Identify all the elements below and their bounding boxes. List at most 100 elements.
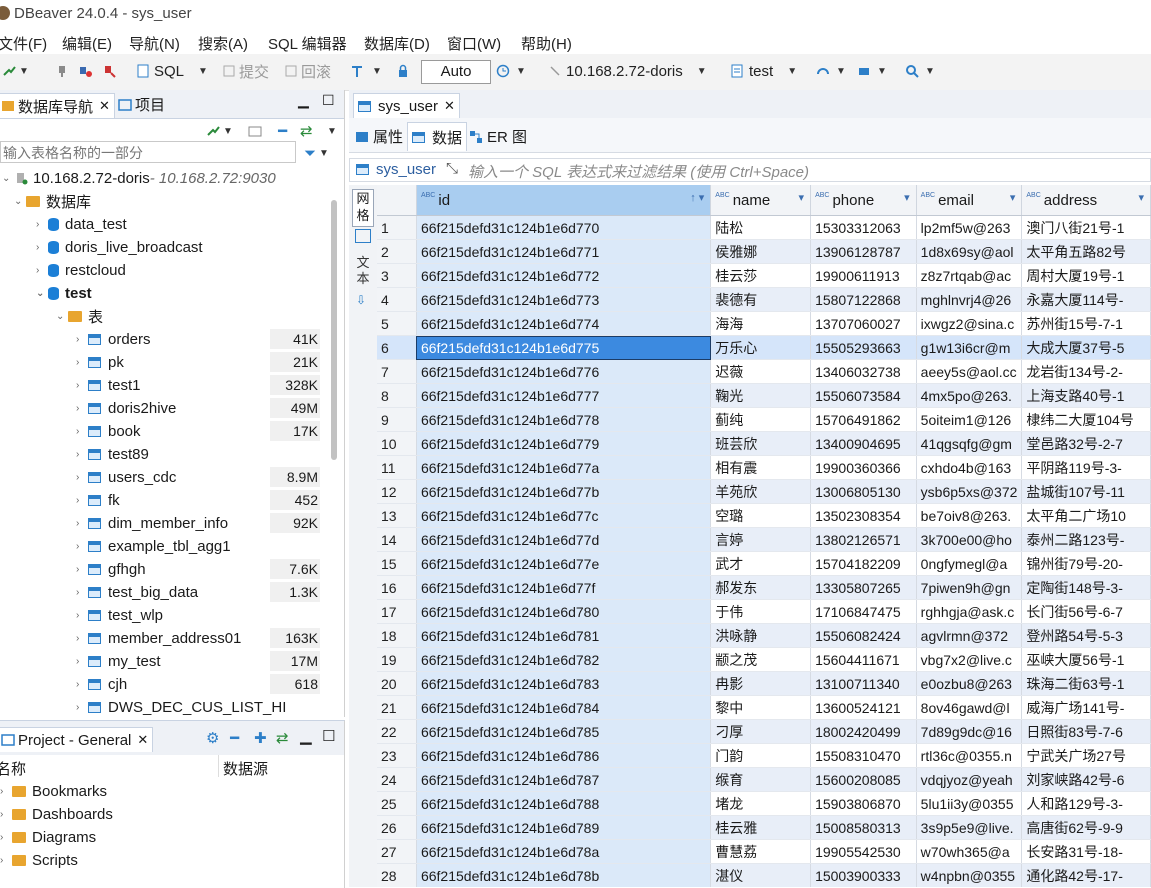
project-item-scripts[interactable]: › Scripts <box>0 849 78 871</box>
maximize-icon[interactable]: ☐ <box>322 725 335 747</box>
address-cell[interactable]: 高唐街62号-9-9 <box>1021 815 1151 840</box>
row-number-cell[interactable]: 15 <box>377 551 417 576</box>
email-cell[interactable]: g1w13i6cr@m <box>916 335 1023 360</box>
id-cell[interactable]: 66f215defd31c124b1e6d780 <box>416 599 712 624</box>
phone-cell[interactable]: 15008580313 <box>810 815 917 840</box>
address-cell[interactable]: 刘家峡路42号-6 <box>1021 767 1151 792</box>
address-cell[interactable]: 永嘉大厦114号- <box>1021 287 1151 312</box>
row-number-cell[interactable]: 17 <box>377 599 417 624</box>
address-cell[interactable]: 大成大厦37号-5 <box>1021 335 1151 360</box>
address-cell[interactable]: 长门街56号-6-7 <box>1021 599 1151 624</box>
name-cell[interactable]: 言婷 <box>710 527 812 552</box>
email-cell[interactable]: mghlnvrj4@26 <box>916 287 1023 312</box>
row-number-cell[interactable]: 13 <box>377 503 417 528</box>
commit-button[interactable]: 提交 <box>222 60 269 82</box>
id-cell[interactable]: 66f215defd31c124b1e6d781 <box>416 623 712 648</box>
tree-table-item[interactable]: › orders 41K <box>76 328 320 350</box>
name-cell[interactable]: 侯雅娜 <box>710 239 812 264</box>
id-cell[interactable]: 66f215defd31c124b1e6d788 <box>416 791 712 816</box>
email-cell[interactable]: aeey5s@aol.cc <box>916 359 1023 384</box>
link-editor-button[interactable]: ⇄ <box>300 120 313 142</box>
grid-view-button[interactable]: 网格 <box>352 189 374 227</box>
address-cell[interactable]: 棣纬二大厦104号 <box>1021 407 1151 432</box>
column-menu-icon[interactable]: ▾ <box>799 191 805 204</box>
transaction-mode-button[interactable]: ▼ <box>350 60 382 82</box>
name-cell[interactable]: 于伟 <box>710 599 812 624</box>
phone-cell[interactable]: 13305807265 <box>810 575 917 600</box>
row-number-cell[interactable]: 19 <box>377 647 417 672</box>
table-row[interactable]: 20 66f215defd31c124b1e6d783 冉影 13100711340 e… <box>377 671 1151 696</box>
row-number-cell[interactable]: 27 <box>377 839 417 864</box>
name-cell[interactable]: 颛之茂 <box>710 647 812 672</box>
table-row[interactable]: 22 66f215defd31c124b1e6d785 刁厚 18002420499 7… <box>377 719 1151 744</box>
name-cell[interactable]: 黎中 <box>710 695 812 720</box>
column-header-email[interactable]: ABC email ▾ <box>916 185 1023 216</box>
table-row[interactable]: 15 66f215defd31c124b1e6d77e 武才 15704182209 0… <box>377 551 1151 576</box>
tab-projects[interactable]: 项目 <box>118 94 165 115</box>
column-header-id[interactable]: ABC id ↑ ▾ <box>416 185 712 216</box>
email-cell[interactable]: 41qgsqfg@gm <box>916 431 1023 456</box>
phone-cell[interactable]: 13707060027 <box>810 311 917 336</box>
phone-cell[interactable]: 15505293663 <box>810 335 917 360</box>
id-cell[interactable]: 66f215defd31c124b1e6d77d <box>416 527 712 552</box>
minimize-icon[interactable]: ▁ <box>298 92 309 109</box>
id-cell[interactable]: 66f215defd31c124b1e6d77a <box>416 455 712 480</box>
id-cell[interactable]: 66f215defd31c124b1e6d777 <box>416 383 712 408</box>
id-cell[interactable]: 66f215defd31c124b1e6d77f <box>416 575 712 600</box>
table-row[interactable]: 24 66f215defd31c124b1e6d787 缑育 15600208085 v… <box>377 767 1151 792</box>
address-cell[interactable]: 人和路129号-3- <box>1021 791 1151 816</box>
row-number-cell[interactable]: 4 <box>377 287 417 312</box>
phone-cell[interactable]: 19900611913 <box>810 263 917 288</box>
name-cell[interactable]: 万乐心 <box>710 335 812 360</box>
collapse-icon[interactable]: ━ <box>230 727 239 749</box>
phone-cell[interactable]: 15303312063 <box>810 215 917 240</box>
navigator-connect-button[interactable]: ▼ <box>206 120 233 142</box>
address-cell[interactable]: 太平角二广场10 <box>1021 503 1151 528</box>
connection-selector[interactable]: 10.168.2.72-doris ▼ <box>548 60 707 82</box>
phone-cell[interactable]: 13400904695 <box>810 431 917 456</box>
tree-table-item[interactable]: › pk 21K <box>76 351 320 373</box>
address-cell[interactable]: 澳门八街21号-1 <box>1021 215 1151 240</box>
menu-file[interactable]: 文件(F) <box>0 33 47 54</box>
table-row[interactable]: 10 66f215defd31c124b1e6d779 班芸欣 13400904695… <box>377 431 1151 456</box>
email-cell[interactable]: ysb6p5xs@372 <box>916 479 1023 504</box>
id-cell[interactable]: 66f215defd31c124b1e6d782 <box>416 647 712 672</box>
phone-cell[interactable]: 17106847475 <box>810 599 917 624</box>
id-cell[interactable]: 66f215defd31c124b1e6d785 <box>416 719 712 744</box>
table-row[interactable]: 12 66f215defd31c124b1e6d77b 羊苑欣 13006805130… <box>377 479 1151 504</box>
row-number-cell[interactable]: 6 <box>377 335 417 360</box>
maximize-icon[interactable]: ☐ <box>322 92 335 109</box>
table-row[interactable]: 16 66f215defd31c124b1e6d77f 郝发东 13305807265… <box>377 575 1151 600</box>
menu-help[interactable]: 帮助(H) <box>521 33 572 54</box>
table-row[interactable]: 19 66f215defd31c124b1e6d782 颛之茂 15604411671… <box>377 647 1151 672</box>
id-cell[interactable]: 66f215defd31c124b1e6d77e <box>416 551 712 576</box>
name-cell[interactable]: 相有震 <box>710 455 812 480</box>
email-cell[interactable]: e0ozbu8@263 <box>916 671 1023 696</box>
name-cell[interactable]: 郝发东 <box>710 575 812 600</box>
tree-connection[interactable]: ⌄ 10.168.2.72-doris - 10.168.2.72:9030 <box>2 167 276 189</box>
email-cell[interactable]: 8ov46gawd@l <box>916 695 1023 720</box>
table-row[interactable]: 7 66f215defd31c124b1e6d776 迟薇 13406032738 ae… <box>377 359 1151 384</box>
phone-cell[interactable]: 15506073584 <box>810 383 917 408</box>
reconnect-button[interactable] <box>78 60 92 82</box>
email-cell[interactable]: 3s9p5e9@live. <box>916 815 1023 840</box>
email-cell[interactable]: ixwgz2@sina.c <box>916 311 1023 336</box>
name-cell[interactable]: 陆松 <box>710 215 812 240</box>
invalidate-button[interactable] <box>102 60 116 82</box>
tree-table-item[interactable]: › dim_member_info 92K <box>76 512 320 534</box>
address-cell[interactable]: 宁武关广场27号 <box>1021 743 1151 768</box>
collapse-all-button[interactable]: ━ <box>278 120 287 142</box>
id-cell[interactable]: 66f215defd31c124b1e6d778 <box>416 407 712 432</box>
phone-cell[interactable]: 13006805130 <box>810 479 917 504</box>
row-number-cell[interactable]: 8 <box>377 383 417 408</box>
email-cell[interactable]: rghhgja@ask.c <box>916 599 1023 624</box>
tree-table-item[interactable]: › fk 452 <box>76 489 320 511</box>
tree-table-item[interactable]: › doris2hive 49M <box>76 397 320 419</box>
address-cell[interactable]: 长安路31号-18- <box>1021 839 1151 864</box>
phone-cell[interactable]: 13406032738 <box>810 359 917 384</box>
email-cell[interactable]: 0ngfymegl@a <box>916 551 1023 576</box>
name-cell[interactable]: 迟薇 <box>710 359 812 384</box>
address-cell[interactable]: 堂邑路32号-2-7 <box>1021 431 1151 456</box>
phone-cell[interactable]: 15604411671 <box>810 647 917 672</box>
name-cell[interactable]: 羊苑欣 <box>710 479 812 504</box>
